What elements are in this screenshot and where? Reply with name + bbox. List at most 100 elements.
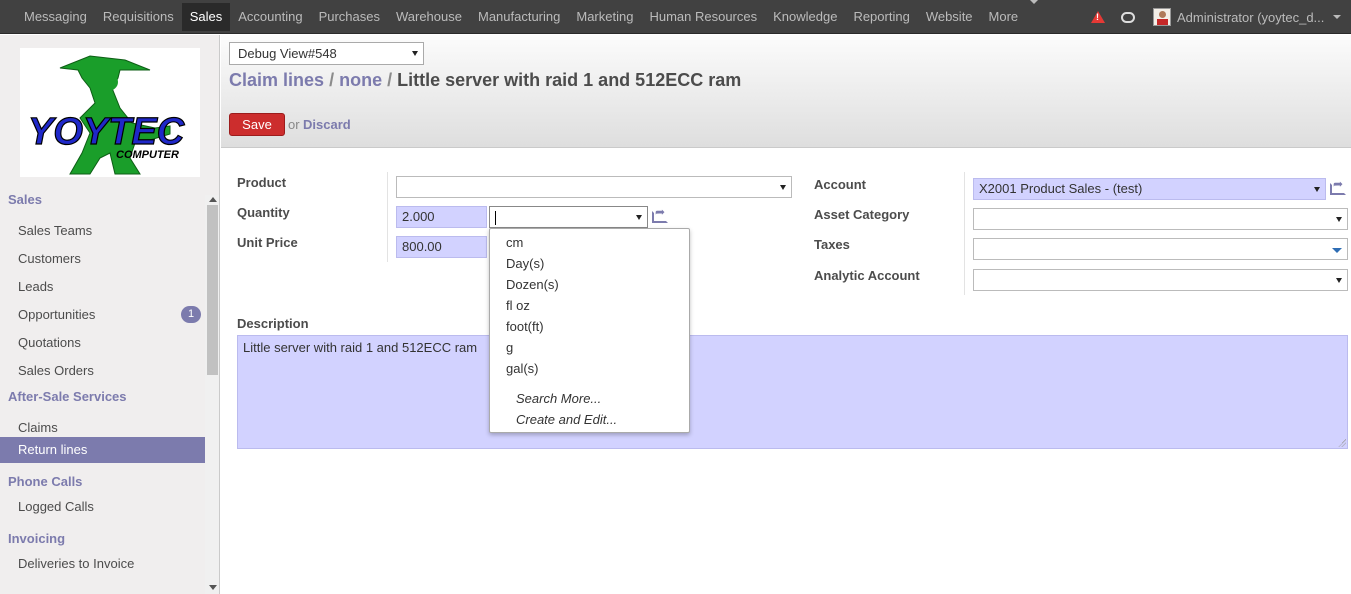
sidebar-item-label: Opportunities [18,307,96,322]
sidebar-item-label: Leads [18,279,54,294]
quantity-field[interactable]: 2.000 [396,206,487,228]
top-menu-item-sales[interactable]: Sales [181,3,231,31]
description-value: Little server with raid 1 and 512ECC ram [243,340,478,355]
tags-dropdown-icon[interactable] [1332,248,1342,253]
sidebar-item-label: Logged Calls [18,499,94,514]
top-menu-item-warehouse[interactable]: Warehouse [388,0,470,34]
unit-price-field[interactable]: 800.00 [396,236,487,258]
create-and-edit-option[interactable]: Create and Edit... [516,412,617,427]
account-field[interactable]: X2001 Product Sales - (test) [973,178,1326,200]
account-label: Account [814,177,866,192]
top-menu-item-messaging[interactable]: Messaging [16,0,95,34]
debug-view-value: Debug View#548 [238,46,337,61]
account-value: X2001 Product Sales - (test) [979,181,1143,196]
chevron-down-icon[interactable] [1333,15,1341,19]
sidebar-section-title: After-Sale Services [8,389,127,404]
unit-of-measure-field[interactable] [489,206,648,228]
search-more-option[interactable]: Search More... [516,391,601,406]
resize-handle-icon[interactable] [1338,439,1346,447]
sidebar-item-label: Customers [18,251,81,266]
sidebar-item-label: Deliveries to Invoice [18,556,135,571]
sidebar-item-sales-orders[interactable]: Sales Orders [0,358,205,384]
analytic-account-field[interactable] [973,269,1348,291]
sidebar-item-label: Claims [18,420,58,435]
top-menu-item-more[interactable]: More [981,0,1027,34]
scrollbar-thumb[interactable] [207,205,218,375]
dropdown-arrow-icon [1336,217,1342,222]
product-label: Product [237,175,287,190]
sidebar-item-label: Quotations [18,335,81,350]
breadcrumb-current: Little server with raid 1 and 512ECC ram [397,70,742,90]
column-divider [387,172,388,262]
breadcrumb-claim-lines[interactable]: Claim lines [229,70,324,90]
taxes-label: Taxes [814,237,850,252]
dropdown-option[interactable]: foot(ft) [506,319,544,334]
dropdown-arrow-icon [412,51,418,56]
debug-view-select[interactable]: Debug View#548 [229,42,424,65]
sidebar-item-sales-teams[interactable]: Sales Teams [0,218,205,244]
save-button[interactable]: Save [229,113,285,136]
top-menu-item-requisitions[interactable]: Requisitions [95,0,182,34]
user-name[interactable]: Administrator (yoytec_d... [1177,10,1329,25]
top-menu-item-knowledge[interactable]: Knowledge [765,0,845,34]
logo-text: YOYTEC [28,111,185,153]
description-label: Description [237,316,309,331]
company-logo: YOYTEC COMPUTER [20,48,200,177]
breadcrumb-none[interactable]: none [339,70,382,90]
chevron-down-icon [1030,0,1039,4]
sidebar-item-quotations[interactable]: Quotations [0,330,205,356]
description-textarea[interactable]: Little server with raid 1 and 512ECC ram [237,335,1348,449]
asset-category-label: Asset Category [814,207,910,222]
sidebar-item-return-lines[interactable]: Return lines [0,437,205,463]
logo-subtext: COMPUTER [116,149,179,161]
sidebar-item-logged-calls[interactable]: Logged Calls [0,494,205,520]
sidebar-item-opportunities[interactable]: Opportunities 1 [0,302,205,328]
count-badge: 1 [181,306,201,323]
breadcrumb-separator: / [329,70,340,90]
quantity-label: Quantity [237,205,290,220]
sidebar-item-deliveries-to-invoice[interactable]: Deliveries to Invoice [0,551,205,577]
scroll-up-icon[interactable] [209,197,217,202]
scroll-down-icon[interactable] [209,585,217,590]
chat-icon[interactable] [1121,11,1135,23]
sidebar-item-customers[interactable]: Customers [0,246,205,272]
sidebar-section-title: Phone Calls [8,474,83,489]
dropdown-option[interactable]: g [506,340,513,355]
text-cursor [495,210,496,225]
product-field[interactable] [396,176,792,198]
control-panel: Debug View#548 Claim lines / none / Litt… [221,35,1351,148]
dropdown-arrow-icon [780,185,786,190]
top-menu-item-reporting[interactable]: Reporting [845,0,917,34]
discard-button[interactable]: Discard [303,117,351,132]
uom-autocomplete-dropdown: cm Day(s) Dozen(s) fl oz foot(ft) g gal(s) Sea… [489,228,690,433]
top-menu: Messaging Requisitions Sales Accounting Purc… [16,0,1039,34]
unit-price-label: Unit Price [237,235,298,250]
top-menu-item-website[interactable]: Website [918,0,981,34]
top-menu-item-accounting[interactable]: Accounting [230,0,310,34]
external-link-icon[interactable] [652,205,668,223]
sidebar-item-label: Return lines [18,442,88,457]
top-menu-item-manufacturing[interactable]: Manufacturing [470,0,568,34]
top-menu-item-marketing[interactable]: Marketing [568,0,641,34]
dropdown-option[interactable]: Dozen(s) [506,277,559,292]
dropdown-option[interactable]: gal(s) [506,361,539,376]
external-link-icon[interactable] [1330,177,1346,195]
breadcrumb: Claim lines / none / Little server with … [229,70,741,91]
sidebar-scrollbar[interactable] [205,195,219,594]
warning-icon[interactable] [1091,11,1105,23]
taxes-field[interactable] [973,238,1348,260]
column-divider [964,172,965,295]
sidebar-section-title: Invoicing [8,531,66,546]
top-menu-item-purchases[interactable]: Purchases [311,0,388,34]
top-navbar: Messaging Requisitions Sales Accounting Purc… [0,0,1351,34]
asset-category-field[interactable] [973,208,1348,230]
dropdown-option[interactable]: Day(s) [506,256,544,271]
sidebar-item-leads[interactable]: Leads [0,274,205,300]
dropdown-option[interactable]: cm [506,235,523,250]
user-avatar[interactable] [1153,8,1171,26]
dropdown-arrow-icon [1336,278,1342,283]
sidebar-item-label: Sales Orders [18,363,94,378]
dropdown-arrow-icon [636,215,642,220]
top-menu-item-human-resources[interactable]: Human Resources [641,0,765,34]
dropdown-option[interactable]: fl oz [506,298,530,313]
